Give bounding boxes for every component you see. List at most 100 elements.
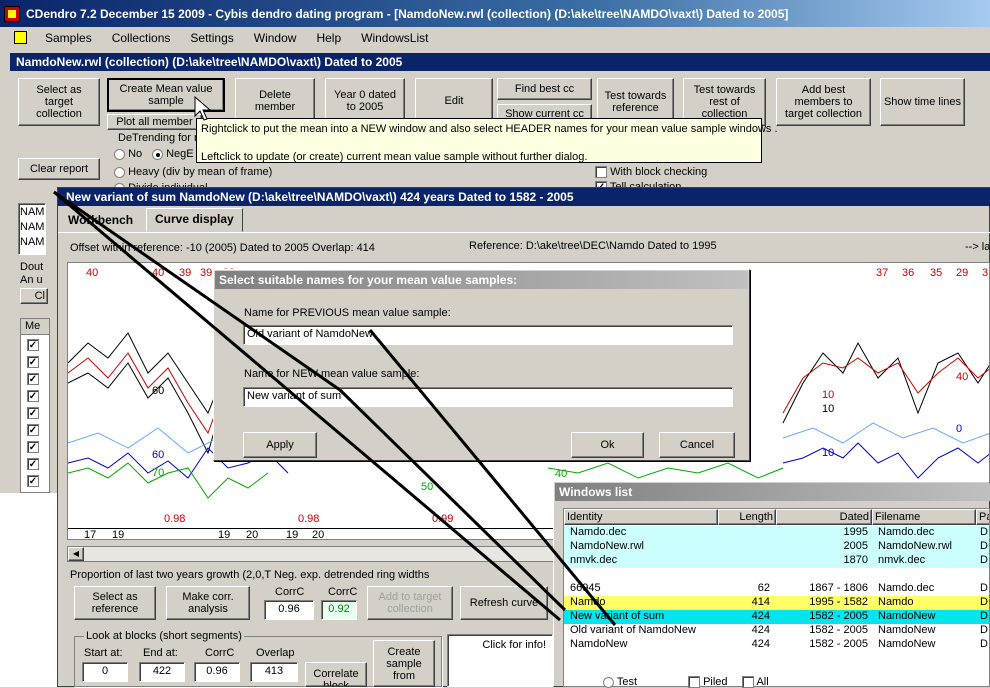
tab-workbench[interactable]: Workbench [60, 210, 141, 232]
select-as-reference-button[interactable]: Select as reference [74, 586, 156, 620]
menu-window[interactable]: Window [244, 31, 307, 45]
member-checkbox[interactable]: ✓ [27, 339, 39, 352]
menu-help[interactable]: Help [306, 31, 351, 45]
prev-name-label: Name for PREVIOUS mean value sample: [244, 307, 451, 319]
col-identity[interactable]: Identity [564, 509, 718, 525]
member-checkbox[interactable]: ✓ [27, 407, 39, 420]
windows-list-row[interactable]: Namdo.dec 1995 Namdo.dec D: [564, 526, 989, 540]
cl-button[interactable]: Cl [20, 288, 48, 304]
mdi-child-icon[interactable] [14, 31, 27, 44]
row-dated: 1582 - 2005 [809, 624, 868, 636]
select-target-button[interactable]: Select as target collection [18, 78, 100, 126]
app-title-bar: CDendro 7.2 December 15 2009 - Cybis den… [0, 0, 990, 27]
curve-label: 40 [555, 468, 568, 480]
row-dated: 1870 [843, 554, 868, 566]
member-checkbox[interactable]: ✓ [27, 441, 39, 454]
axis-label: 19 [112, 529, 125, 541]
col-length[interactable]: Length [718, 509, 776, 525]
windows-list-title: Windows list [559, 485, 633, 499]
row-filename: Namdo.dec [878, 582, 935, 594]
windows-list-row[interactable]: New variant of sum 424 1582 - 2005 NamdoNew… [564, 610, 989, 624]
curve-label: 40 [956, 371, 969, 383]
dialog-title-bar: Select suitable names for your mean valu… [215, 271, 748, 289]
piled-checkbox [688, 676, 700, 688]
windows-list-row[interactable]: nmvk.dec 1870 nmvk.dec D: [564, 554, 989, 568]
show-time-lines-button[interactable]: Show time lines [880, 78, 965, 126]
curve-window-title: New variant of sum NamdoNew (D:\ake\tree… [58, 188, 990, 206]
plot-all-button[interactable]: Plot all member [107, 114, 202, 130]
member-checkbox[interactable]: ✓ [27, 424, 39, 437]
windows-list-row[interactable]: Namdo 414 1995 - 1582 Namdo D: [564, 596, 989, 610]
curve-label: 60 [152, 385, 165, 397]
add-best-members-button[interactable]: Add best members to target collection [776, 78, 871, 126]
collection-window-title: NamdoNew.rwl (collection) (D:\ake\tree\N… [10, 53, 990, 71]
arrow-label: --> la [965, 241, 990, 253]
row-identity: Namdo.dec [570, 526, 627, 538]
top-red-label: 39 [200, 267, 213, 279]
member-checkbox[interactable]: ✓ [27, 475, 39, 488]
new-name-input[interactable]: New variant of sum [243, 387, 733, 407]
green-curve-right [547, 462, 784, 479]
row-dated: 1995 - 1582 [809, 596, 868, 608]
member-checklist: Me ✓ ✓ ✓ ✓ ✓ ✓ ✓ ✓ ✓ [20, 318, 50, 493]
refresh-curve-button[interactable]: Refresh curve [460, 586, 548, 620]
bottom-all[interactable]: All [742, 676, 769, 688]
an-u-label: An u [20, 274, 43, 286]
member-list-box[interactable]: NAM NAM NAM [18, 203, 46, 255]
row-path: D: [980, 638, 990, 650]
with-block-checking[interactable]: With block checking [595, 166, 707, 179]
create-sample-from-button[interactable]: Create sample from [373, 640, 435, 687]
axis-label: 19 [218, 529, 231, 541]
curve-label: 10 [822, 403, 835, 415]
start-at-input[interactable]: 0 [82, 662, 128, 682]
ok-button[interactable]: Ok [571, 432, 644, 458]
tab-curve-display[interactable]: Curve display [146, 208, 243, 232]
windows-list-row[interactable]: NamdoNew 424 1582 - 2005 NamdoNew D: [564, 638, 990, 652]
end-at-input[interactable]: 422 [139, 662, 185, 682]
windows-list-rows: Namdo.dec 1995 Namdo.dec D: NamdoNew.rwl 2005… [564, 526, 990, 686]
cancel-button[interactable]: Cancel [659, 432, 735, 458]
windows-list-row[interactable]: Old variant of NamdoNew 424 1582 - 2005 Nam… [564, 624, 989, 638]
add-to-target-button[interactable]: Add to target collection [367, 586, 453, 620]
row-identity: Old variant of NamdoNew [570, 624, 696, 636]
col-path[interactable]: Pa [976, 509, 989, 525]
find-best-cc-button[interactable]: Find best cc [497, 78, 592, 100]
prev-name-input[interactable]: Old variant of NamdoNew [243, 325, 733, 345]
windows-list-row[interactable] [564, 568, 989, 582]
windows-list-table[interactable]: Identity Length Dated Filename Pa Namdo.… [563, 508, 990, 687]
row-dated: 1582 - 2005 [809, 610, 868, 622]
tab-divider [58, 232, 990, 233]
bottom-piled[interactable]: Piled [688, 676, 728, 688]
radio-nege[interactable]: NegE [152, 148, 194, 160]
member-checkbox[interactable]: ✓ [27, 356, 39, 369]
curve-label: 0 [956, 423, 963, 435]
col-dated[interactable]: Dated [776, 509, 872, 525]
row-dated: 1867 - 1806 [809, 582, 868, 594]
windows-list-row[interactable]: NamdoNew.rwl 2005 NamdoNew.rwl D: [564, 540, 989, 554]
radio-heavy[interactable]: Heavy (div by mean of frame) [114, 166, 272, 178]
member-header: Me [21, 319, 49, 335]
new-name-label: Name for NEW mean value sample: [244, 368, 420, 380]
member-checkbox[interactable]: ✓ [27, 458, 39, 471]
menu-collections[interactable]: Collections [102, 31, 181, 45]
row-identity: nmvk.dec [570, 554, 618, 566]
apply-button[interactable]: Apply [243, 432, 317, 458]
info-box[interactable]: Click for info! [447, 634, 553, 687]
horizontal-scrollbar[interactable]: ◀ [67, 546, 557, 562]
correlate-block-button[interactable]: Correlate block [305, 662, 367, 687]
scroll-left-button[interactable]: ◀ [68, 547, 84, 561]
bottom-test[interactable]: Test [603, 676, 637, 688]
windows-list-row[interactable]: 66945 62 1867 - 1806 Namdo.dec D: [564, 582, 989, 596]
make-corr-analysis-button[interactable]: Make corr. analysis [166, 586, 250, 620]
proportion-text: Proportion of last two years growth (2,0… [70, 569, 430, 581]
menu-windowslist[interactable]: WindowsList [351, 31, 438, 45]
menu-settings[interactable]: Settings [180, 31, 243, 45]
clear-report-button[interactable]: Clear report [18, 158, 100, 180]
radio-no[interactable]: No [114, 148, 142, 160]
menu-samples[interactable]: Samples [35, 31, 102, 45]
test-radio [603, 676, 614, 688]
radio-heavy-button [114, 166, 125, 178]
member-checkbox[interactable]: ✓ [27, 390, 39, 403]
col-filename[interactable]: Filename [872, 509, 976, 525]
member-checkbox[interactable]: ✓ [27, 373, 39, 386]
